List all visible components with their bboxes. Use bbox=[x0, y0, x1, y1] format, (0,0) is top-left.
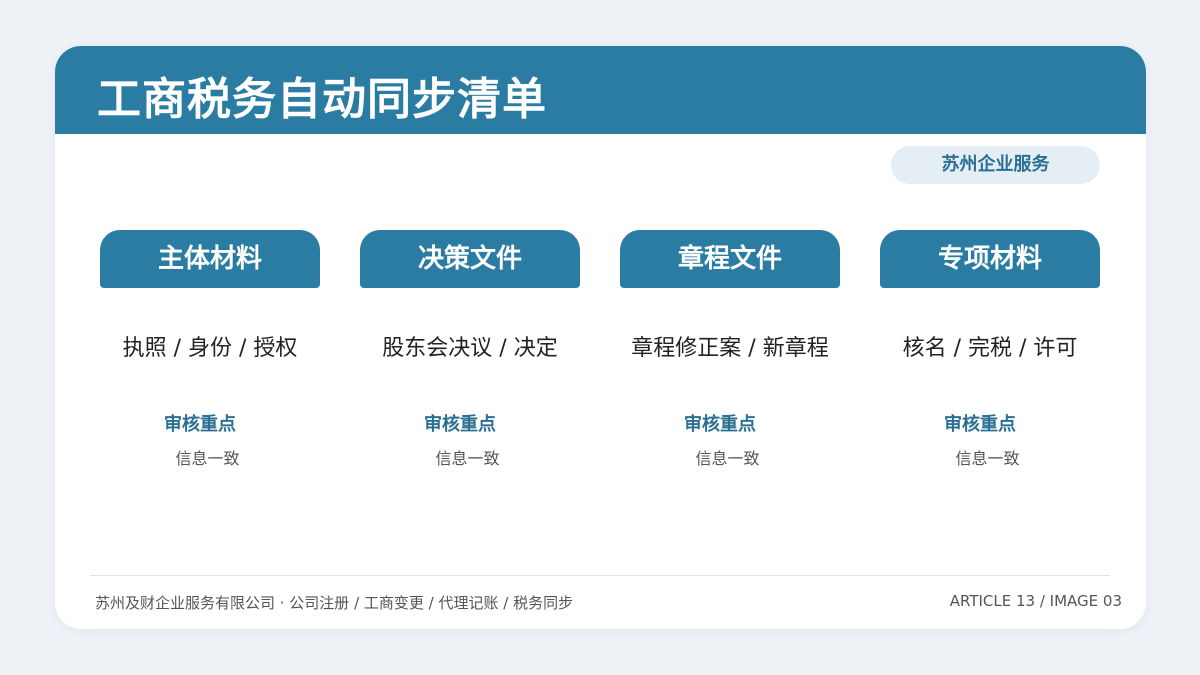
review-label: 审核重点 bbox=[164, 414, 236, 435]
review-value: 信息一致 bbox=[435, 449, 500, 468]
review-label: 审核重点 bbox=[684, 414, 756, 435]
footer-company-text: 苏州及财企业服务有限公司 · 公司注册 / 工商变更 / 代理记账 / 税务同步 bbox=[95, 594, 574, 612]
column-subject-materials: 主体材料 执照 / 身份 / 授权 审核重点 信息一致 bbox=[100, 230, 320, 480]
review-label: 审核重点 bbox=[424, 414, 496, 435]
page-title: 工商税务自动同步清单 bbox=[97, 74, 547, 125]
column-header: 决策文件 bbox=[360, 230, 580, 288]
review-value: 信息一致 bbox=[695, 449, 760, 468]
review-value: 信息一致 bbox=[175, 449, 240, 468]
region-badge: 苏州企业服务 bbox=[891, 146, 1100, 184]
column-decision-documents: 决策文件 股东会决议 / 决定 审核重点 信息一致 bbox=[360, 230, 580, 480]
column-header: 章程文件 bbox=[620, 230, 840, 288]
footer-article-reference: ARTICLE 13 / IMAGE 03 bbox=[949, 592, 1122, 610]
footer-divider bbox=[90, 575, 1110, 576]
main-card: 工商税务自动同步清单 苏州企业服务 主体材料 执照 / 身份 / 授权 审核重点… bbox=[55, 46, 1146, 629]
column-description: 执照 / 身份 / 授权 bbox=[122, 336, 298, 361]
column-description: 核名 / 完税 / 许可 bbox=[902, 336, 1078, 361]
column-special-materials: 专项材料 核名 / 完税 / 许可 审核重点 信息一致 bbox=[880, 230, 1100, 480]
header-bar: 工商税务自动同步清单 bbox=[55, 46, 1146, 134]
column-header: 专项材料 bbox=[880, 230, 1100, 288]
column-header: 主体材料 bbox=[100, 230, 320, 288]
review-label: 审核重点 bbox=[944, 414, 1016, 435]
column-description: 章程修正案 / 新章程 bbox=[631, 336, 829, 361]
review-value: 信息一致 bbox=[955, 449, 1020, 468]
column-description: 股东会决议 / 决定 bbox=[382, 336, 558, 361]
column-charter-documents: 章程文件 章程修正案 / 新章程 审核重点 信息一致 bbox=[620, 230, 840, 480]
